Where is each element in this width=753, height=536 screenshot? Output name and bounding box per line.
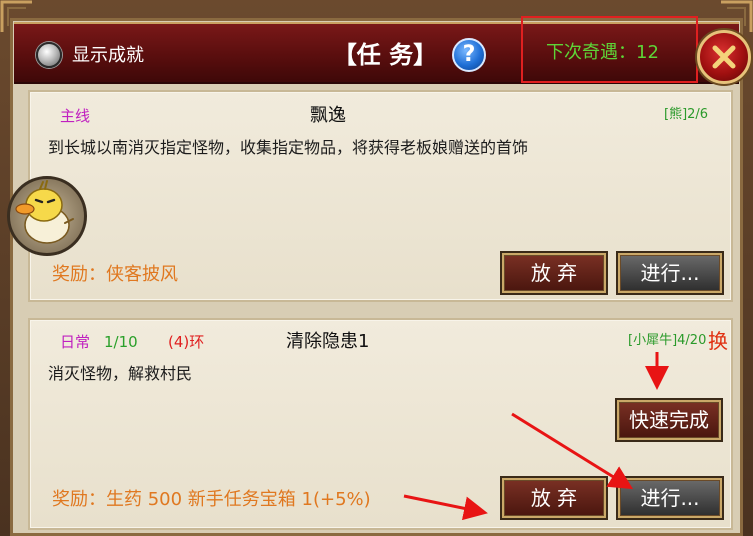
close-button[interactable]	[697, 30, 751, 84]
quest-reward: 奖励：生药 500 新手任务宝箱 1(+5%)	[52, 489, 371, 510]
proceed-button[interactable]: 进行...	[618, 478, 722, 518]
show-achievements-toggle[interactable]	[36, 42, 62, 68]
quest-category: 日常	[60, 333, 91, 351]
quick-complete-button[interactable]: 快速完成	[617, 400, 721, 440]
ring-count: (4)环	[168, 333, 205, 351]
quest-description: 到长城以南消灭指定怪物，收集指定物品，将获得老板娘赠送的首饰	[48, 138, 529, 157]
abandon-button[interactable]: 放 弃	[502, 478, 606, 518]
swap-quest-button[interactable]: 换	[708, 328, 728, 354]
avatar[interactable]	[7, 176, 87, 256]
help-button[interactable]: ?	[452, 38, 486, 72]
window-title: 【任 务】	[332, 41, 438, 69]
close-icon	[712, 45, 736, 69]
quest-category: 主线	[60, 107, 91, 125]
daily-progress: 1/10	[104, 333, 138, 351]
quest-description: 消灭怪物，解救村民	[48, 364, 193, 383]
next-encounter-counter: 下次奇遇：12	[546, 42, 659, 63]
question-icon: ?	[462, 42, 476, 67]
proceed-button[interactable]: 进行...	[618, 253, 722, 293]
quest-target-progress[interactable]: [小犀牛]4/20	[628, 332, 706, 350]
abandon-button[interactable]: 放 弃	[502, 253, 606, 293]
quest-target-progress[interactable]: [熊]2/6	[664, 106, 708, 124]
show-achievements-label[interactable]: 显示成就	[72, 44, 144, 68]
quest-title: 飘逸	[310, 105, 346, 126]
duck-mascot-icon	[15, 180, 74, 244]
quest-reward: 奖励：侠客披风	[52, 264, 178, 285]
quest-title: 清除隐患1	[286, 331, 370, 352]
